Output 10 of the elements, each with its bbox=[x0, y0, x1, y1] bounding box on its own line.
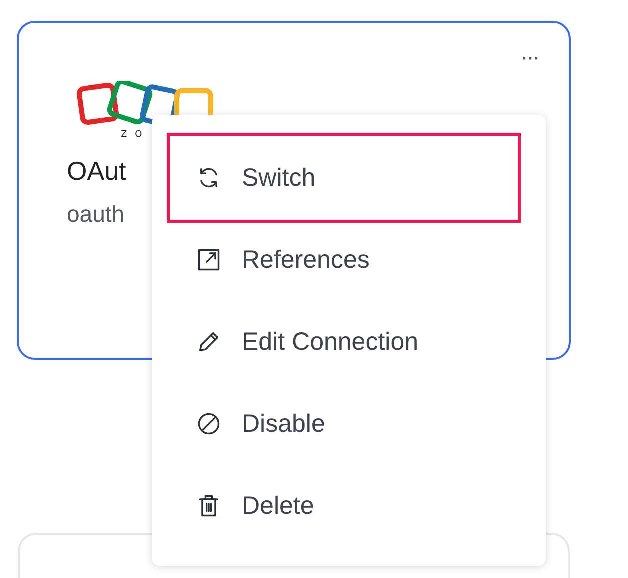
menu-item[interactable]: Edit Connection bbox=[167, 301, 521, 383]
menu-item[interactable]: Disable bbox=[167, 383, 521, 465]
menu-item[interactable]: Delete bbox=[167, 465, 521, 547]
logo-text: ZO bbox=[121, 130, 150, 140]
external-link-icon bbox=[196, 247, 222, 273]
connection-type: oauth bbox=[67, 201, 125, 228]
more-button[interactable]: ··· bbox=[521, 49, 539, 71]
prohibited-icon bbox=[196, 411, 222, 437]
connection-title: OAut bbox=[67, 156, 126, 187]
menu-item[interactable]: Switch bbox=[167, 133, 521, 223]
